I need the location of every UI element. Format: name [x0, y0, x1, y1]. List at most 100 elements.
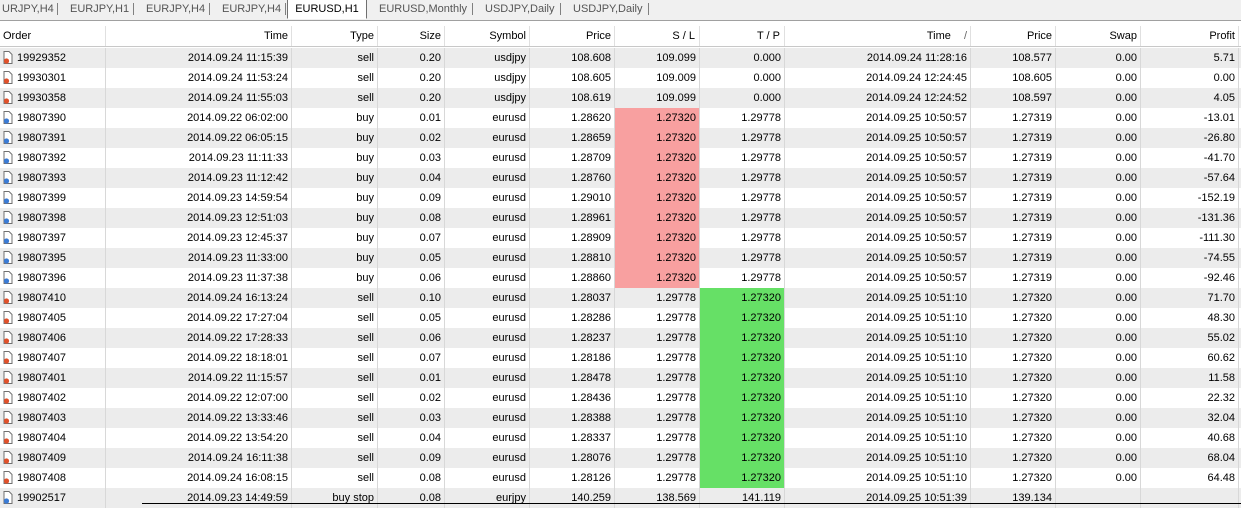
order-cell: 19807392	[0, 148, 106, 168]
close-price-cell: 1.27319	[971, 268, 1056, 288]
table-row[interactable]: 19807405 2014.09.22 17:27:04 sell 0.05 eurus…	[0, 308, 1241, 328]
table-row[interactable]: 19929352 2014.09.24 11:15:39 sell 0.20 usdjp…	[0, 48, 1241, 68]
sl-cell: 1.29778	[615, 368, 700, 388]
table-row[interactable]: 19807409 2014.09.24 16:11:38 sell 0.09 eurus…	[0, 448, 1241, 468]
table-row[interactable]: 19807396 2014.09.23 11:37:38 buy 0.06 eurusd…	[0, 268, 1241, 288]
sl-cell: 109.009	[615, 68, 700, 88]
open-price-cell: 1.28909	[530, 228, 615, 248]
type-cell: buy	[292, 188, 378, 208]
order-cell: 19807410	[0, 288, 106, 308]
open-time-cell: 2014.09.23 11:33:00	[106, 248, 292, 268]
column-header-type[interactable]: Type	[292, 26, 378, 46]
buy-order-icon	[3, 271, 13, 284]
table-row[interactable]: 19807408 2014.09.24 16:08:15 sell 0.08 eurus…	[0, 468, 1241, 488]
order-cell: 19807393	[0, 168, 106, 188]
table-row[interactable]: 19807407 2014.09.22 18:18:01 sell 0.07 eurus…	[0, 348, 1241, 368]
sl-cell: 1.27320	[615, 268, 700, 288]
profit-cell: -111.30	[1141, 228, 1239, 248]
order-cell: 19807405	[0, 308, 106, 328]
table-row[interactable]: 19930301 2014.09.24 11:53:24 sell 0.20 usdjp…	[0, 68, 1241, 88]
column-header-tp[interactable]: T / P	[700, 26, 785, 46]
open-price-cell: 1.28126	[530, 468, 615, 488]
open-price-cell: 1.28620	[530, 108, 615, 128]
column-header-profit[interactable]: Profit	[1141, 26, 1239, 46]
type-cell: buy	[292, 128, 378, 148]
type-cell: sell	[292, 308, 378, 328]
chart-tab[interactable]: EURJPY,H1	[58, 0, 134, 19]
chart-tab[interactable]: USDJPY,Daily	[473, 0, 561, 19]
table-row[interactable]: 19807402 2014.09.22 12:07:00 sell 0.02 eurus…	[0, 388, 1241, 408]
tp-cell: 1.29778	[700, 168, 785, 188]
chart-tab[interactable]: URJPY,H4	[0, 0, 58, 19]
sell-order-icon	[3, 371, 13, 384]
sell-order-icon	[3, 331, 13, 344]
close-time-cell: 2014.09.25 10:50:57	[785, 268, 971, 288]
column-header-order[interactable]: Order	[0, 26, 106, 46]
column-header-price[interactable]: Price	[530, 26, 615, 46]
chart-tab[interactable]: EURJPY,H4	[210, 0, 286, 19]
table-row[interactable]: 19807393 2014.09.23 11:12:42 buy 0.04 eurusd…	[0, 168, 1241, 188]
size-cell: 0.06	[378, 328, 445, 348]
table-row[interactable]: 19807395 2014.09.23 11:33:00 buy 0.05 eurusd…	[0, 248, 1241, 268]
sl-cell: 1.29778	[615, 288, 700, 308]
column-header-close-price[interactable]: Price	[971, 26, 1056, 46]
column-header-symbol[interactable]: Symbol	[445, 26, 530, 46]
close-price-cell: 1.27320	[971, 428, 1056, 448]
open-price-cell: 108.619	[530, 88, 615, 108]
table-row[interactable]: 19807390 2014.09.22 06:02:00 buy 0.01 eurusd…	[0, 108, 1241, 128]
column-header-time[interactable]: Time	[106, 26, 292, 46]
type-cell: sell	[292, 388, 378, 408]
table-row[interactable]: 19807404 2014.09.22 13:54:20 sell 0.04 eurus…	[0, 428, 1241, 448]
profit-cell: 40.68	[1141, 428, 1239, 448]
close-time-cell: 2014.09.25 10:50:57	[785, 168, 971, 188]
profit-cell: -41.70	[1141, 148, 1239, 168]
table-row[interactable]: 19807398 2014.09.23 12:51:03 buy 0.08 eurusd…	[0, 208, 1241, 228]
open-time-cell: 2014.09.23 14:49:59	[106, 488, 292, 508]
chart-tab[interactable]: EURUSD,H1	[287, 0, 367, 19]
close-time-cell: 2014.09.25 10:50:57	[785, 208, 971, 228]
table-row[interactable]: 19807399 2014.09.23 14:59:54 buy 0.09 eurusd…	[0, 188, 1241, 208]
size-cell: 0.04	[378, 428, 445, 448]
chart-tab[interactable]: EURUSD,Monthly	[367, 0, 473, 19]
column-header-sl[interactable]: S / L	[615, 26, 700, 46]
close-price-cell: 1.27320	[971, 328, 1056, 348]
table-row[interactable]: 19807392 2014.09.23 11:11:33 buy 0.03 eurusd…	[0, 148, 1241, 168]
table-row[interactable]: 19807391 2014.09.22 06:05:15 buy 0.02 eurusd…	[0, 128, 1241, 148]
chart-tab[interactable]: EURJPY,H4	[134, 0, 210, 19]
table-row[interactable]: 19930358 2014.09.24 11:55:03 sell 0.20 usdjp…	[0, 88, 1241, 108]
size-cell: 0.20	[378, 48, 445, 68]
swap-cell: 0.00	[1056, 88, 1141, 108]
open-price-cell: 1.28388	[530, 408, 615, 428]
chart-tab-label: USDJPY,Daily	[485, 3, 555, 15]
table-row[interactable]: 19807406 2014.09.22 17:28:33 sell 0.06 eurus…	[0, 328, 1241, 348]
sl-cell: 138.569	[615, 488, 700, 508]
order-number: 19902517	[17, 492, 66, 504]
table-row[interactable]: 19807403 2014.09.22 13:33:46 sell 0.03 eurus…	[0, 408, 1241, 428]
sl-cell: 1.29778	[615, 388, 700, 408]
open-time-cell: 2014.09.22 06:05:15	[106, 128, 292, 148]
open-price-cell: 1.28659	[530, 128, 615, 148]
sl-cell: 1.27320	[615, 228, 700, 248]
close-price-cell: 1.27319	[971, 148, 1056, 168]
column-header-size[interactable]: Size	[378, 26, 445, 46]
order-cell: 19807404	[0, 428, 106, 448]
table-row[interactable]: 19902517 2014.09.23 14:49:59 buy stop 0.08 e…	[0, 488, 1241, 508]
table-row[interactable]: 19807401 2014.09.22 11:15:57 sell 0.01 eurus…	[0, 368, 1241, 388]
type-cell: sell	[292, 348, 378, 368]
chart-tab[interactable]: USDJPY,Daily	[561, 0, 649, 19]
column-header-swap[interactable]: Swap	[1056, 26, 1141, 46]
open-price-cell: 1.28478	[530, 368, 615, 388]
close-price-cell: 1.27319	[971, 168, 1056, 188]
table-row[interactable]: 19807397 2014.09.23 12:45:37 buy 0.07 eurusd…	[0, 228, 1241, 248]
symbol-cell: eurusd	[445, 328, 530, 348]
sell-order-icon	[3, 411, 13, 424]
open-price-cell: 108.605	[530, 68, 615, 88]
open-price-cell: 140.259	[530, 488, 615, 508]
close-price-cell: 1.27320	[971, 308, 1056, 328]
open-price-cell: 1.28286	[530, 308, 615, 328]
profit-cell: 68.04	[1141, 448, 1239, 468]
column-header-close-time[interactable]: Time /	[785, 26, 971, 46]
symbol-cell: eurusd	[445, 388, 530, 408]
open-price-cell: 1.28337	[530, 428, 615, 448]
table-row[interactable]: 19807410 2014.09.24 16:13:24 sell 0.10 eurus…	[0, 288, 1241, 308]
